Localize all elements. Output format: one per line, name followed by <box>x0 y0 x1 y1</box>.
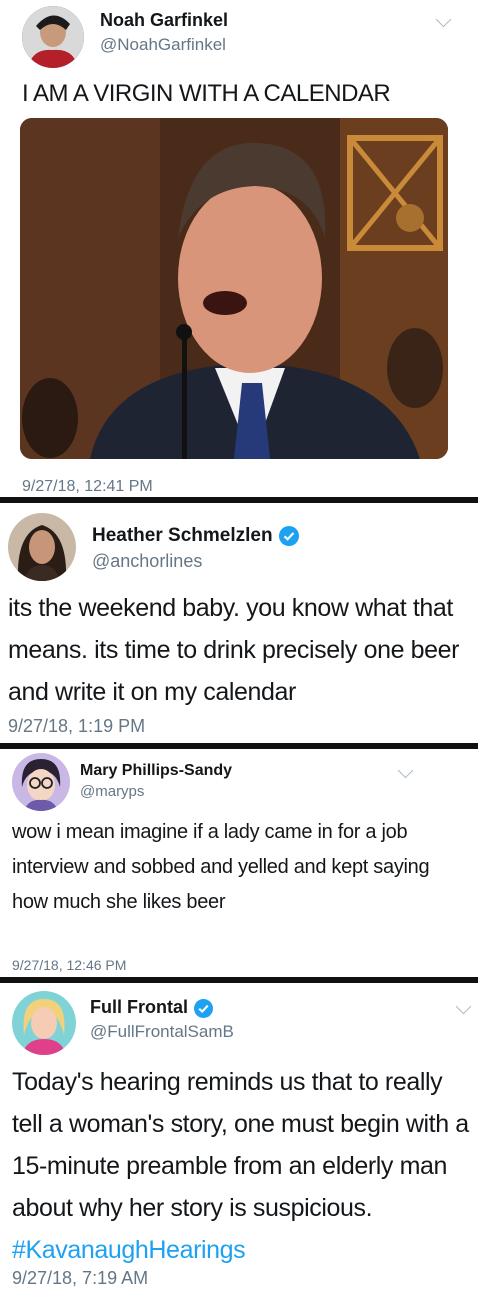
user-handle[interactable]: @NoahGarfinkel <box>100 35 226 55</box>
hashtag-link[interactable]: #KavanaughHearings <box>12 1236 246 1264</box>
avatar[interactable] <box>12 991 76 1055</box>
tweet-timestamp[interactable]: 9/27/18, 12:41 PM <box>22 478 153 496</box>
tweet-noah-garfinkel: Noah Garfinkel @NoahGarfinkel I AM A VIR… <box>0 0 478 497</box>
user-handle[interactable]: @anchorlines <box>92 551 202 572</box>
avatar[interactable] <box>8 513 76 581</box>
chevron-down-icon[interactable] <box>397 762 414 779</box>
tweet-body: Today's hearing reminds us that to reall… <box>12 1068 469 1222</box>
tweet-timestamp[interactable]: 9/27/18, 1:19 PM <box>8 716 145 737</box>
display-name-text: Heather Schmelzlen <box>92 525 273 546</box>
display-name-text: Full Frontal <box>90 997 188 1017</box>
display-name[interactable]: Noah Garfinkel <box>100 10 228 31</box>
user-handle[interactable]: @FullFrontalSamB <box>90 1022 234 1042</box>
display-name[interactable]: Full Frontal <box>90 997 213 1018</box>
display-name[interactable]: Heather Schmelzlen <box>92 525 299 547</box>
chevron-down-icon[interactable] <box>455 998 472 1015</box>
avatar[interactable] <box>12 753 70 811</box>
tweet-text: its the weekend baby. you know what that… <box>8 594 460 706</box>
tweet-mary-phillips-sandy: Mary Phillips-Sandy @maryps wow i mean i… <box>0 749 478 977</box>
tweet-timestamp[interactable]: 9/27/18, 7:19 AM <box>12 1268 148 1289</box>
tweet-timestamp[interactable]: 9/27/18, 12:46 PM <box>12 957 126 973</box>
chevron-down-icon[interactable] <box>435 11 452 28</box>
tweet-heather-schmelzlen: Heather Schmelzlen @anchorlines its the … <box>0 503 478 743</box>
tweet-text: wow i mean imagine if a lady came in for… <box>12 821 430 913</box>
avatar[interactable] <box>22 6 84 68</box>
tweet-full-frontal: Full Frontal @FullFrontalSamB Today's he… <box>0 983 478 1297</box>
tweet-text: I AM A VIRGIN WITH A CALENDAR <box>22 80 391 107</box>
tweet-photo[interactable] <box>20 118 448 459</box>
display-name[interactable]: Mary Phillips-Sandy <box>80 762 232 780</box>
tweet-text: Today's hearing reminds us that to reall… <box>12 1061 474 1271</box>
user-handle[interactable]: @maryps <box>80 783 144 800</box>
verified-badge-icon <box>194 998 213 1018</box>
verified-badge-icon <box>278 525 299 546</box>
